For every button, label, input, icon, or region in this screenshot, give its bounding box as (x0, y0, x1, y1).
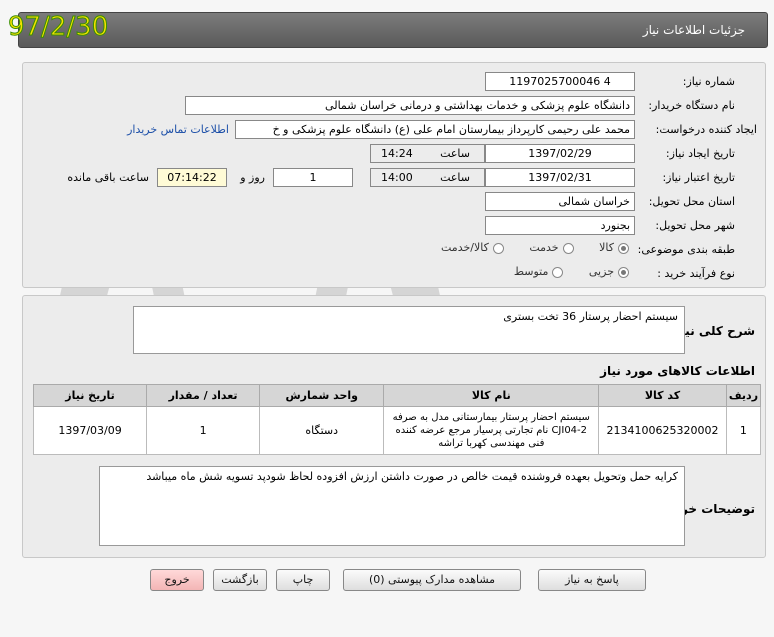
need-number-label: شماره نیاز: (682, 75, 735, 88)
category-option-service[interactable]: خدمت (529, 241, 574, 254)
valid-until-time-group: ساعت 14:00 (370, 168, 485, 187)
cell-date: 1397/03/09 (32, 406, 148, 455)
radio-selected-icon[interactable] (618, 242, 629, 254)
process-option-medium[interactable]: متوسط (514, 265, 564, 278)
back-button[interactable]: بازگشت (213, 569, 267, 591)
need-details-panel: شرح کلی نیاز: سیستم احضار پرستار 36 تخت … (22, 295, 766, 558)
exit-button[interactable]: خروج (150, 569, 204, 591)
buyer-org-field: دانشگاه علوم پزشکی و خدمات بهداشتی و درم… (185, 96, 635, 115)
process-radio-group: جزیی متوسط (492, 265, 629, 278)
requester-label: ایجاد کننده درخواست: (655, 123, 757, 136)
summary-field: سیستم احضار پرستار 36 تخت بستری (133, 306, 685, 354)
created-date-label: تاریخ ایجاد نیاز: (665, 147, 735, 160)
category-option-goods[interactable]: کالا (599, 241, 629, 254)
table-header-row: ردیف کد کالا نام کالا واحد شمارش تعداد /… (32, 384, 762, 407)
cell-code: 2134100625320002 (598, 406, 727, 455)
print-button[interactable]: چاپ (276, 569, 330, 591)
radio-selected-icon[interactable] (618, 266, 629, 278)
created-time-label: ساعت (440, 147, 470, 160)
valid-until-date-field: 1397/02/31 (485, 168, 635, 187)
cell-row: 1 (725, 406, 762, 455)
city-field: بجنورد (485, 216, 635, 235)
goods-table: ردیف کد کالا نام کالا واحد شمارش تعداد /… (32, 384, 762, 455)
city-label: شهر محل تحویل: (655, 219, 735, 232)
days-label: روز و (240, 171, 265, 184)
radio-icon[interactable] (562, 242, 574, 254)
created-time-value: 14:24 (381, 147, 413, 160)
valid-until-time-value: 14:00 (381, 171, 413, 184)
col-row: ردیف (725, 384, 762, 407)
date-stamp: 97/2/30 (7, 12, 109, 43)
attachments-button[interactable]: مشاهده مدارک پیوستی (0) (343, 569, 521, 591)
province-field: خراسان شمالی (485, 192, 635, 211)
requester-field: محمد علی رحیمی کارپرداز بیمارستان امام ع… (235, 120, 635, 139)
province-label: استان محل تحویل: (648, 195, 735, 208)
category-radio-group: کالا خدمت کالا/خدمت (419, 241, 629, 254)
remaining-time-field: 07:14:22 (157, 168, 227, 187)
title-bar: جزئیات اطلاعات نیاز (18, 12, 768, 48)
need-number-field: 1197025700046 4 (485, 72, 635, 91)
col-date: تاریخ نیاز (32, 384, 148, 407)
page: 97/2/30 جزئیات اطلاعات نیاز شماره نیاز: … (0, 0, 774, 637)
col-code: کد کالا (598, 384, 727, 407)
col-unit: واحد شمارش (259, 384, 385, 407)
page-title: جزئیات اطلاعات نیاز (642, 23, 745, 37)
cell-unit: دستگاه (259, 406, 385, 455)
created-time-group: ساعت 14:24 (370, 144, 485, 163)
goods-section-title: اطلاعات کالاهای مورد نیاز (600, 364, 755, 378)
valid-until-time-label: ساعت (440, 171, 470, 184)
remaining-time-label: ساعت باقی مانده (67, 171, 149, 184)
radio-icon[interactable] (492, 242, 504, 254)
cell-name: سیستم احضار پرستار بیمارستانی مدل به صرف… (383, 406, 600, 455)
category-option-goods-service[interactable]: کالا/خدمت (441, 241, 504, 254)
table-row: 1 2134100625320002 سیستم احضار پرستار بی… (32, 406, 762, 455)
reply-button[interactable]: پاسخ به نیاز (538, 569, 646, 591)
col-name: نام کالا (383, 384, 600, 407)
buyer-org-label: نام دستگاه خریدار: (648, 99, 735, 112)
radio-icon[interactable] (552, 266, 564, 278)
category-label: طبقه بندی موضوعی: (637, 243, 735, 256)
cell-qty: 1 (146, 406, 261, 455)
days-remaining-field: 1 (273, 168, 353, 187)
need-info-panel: شماره نیاز: 1197025700046 4 نام دستگاه خ… (22, 62, 766, 288)
col-qty: تعداد / مقدار (146, 384, 261, 407)
valid-until-label: تاریخ اعتبار نیاز: (662, 171, 735, 184)
buyer-notes-field: کرایه حمل وتحویل بعهده فروشنده قیمت خالص… (99, 466, 685, 546)
process-option-minor[interactable]: جزیی (589, 265, 629, 278)
created-date-field: 1397/02/29 (485, 144, 635, 163)
process-label: نوع فرآیند خرید : (657, 267, 735, 280)
buyer-contact-link[interactable]: اطلاعات تماس خریدار (127, 123, 229, 136)
